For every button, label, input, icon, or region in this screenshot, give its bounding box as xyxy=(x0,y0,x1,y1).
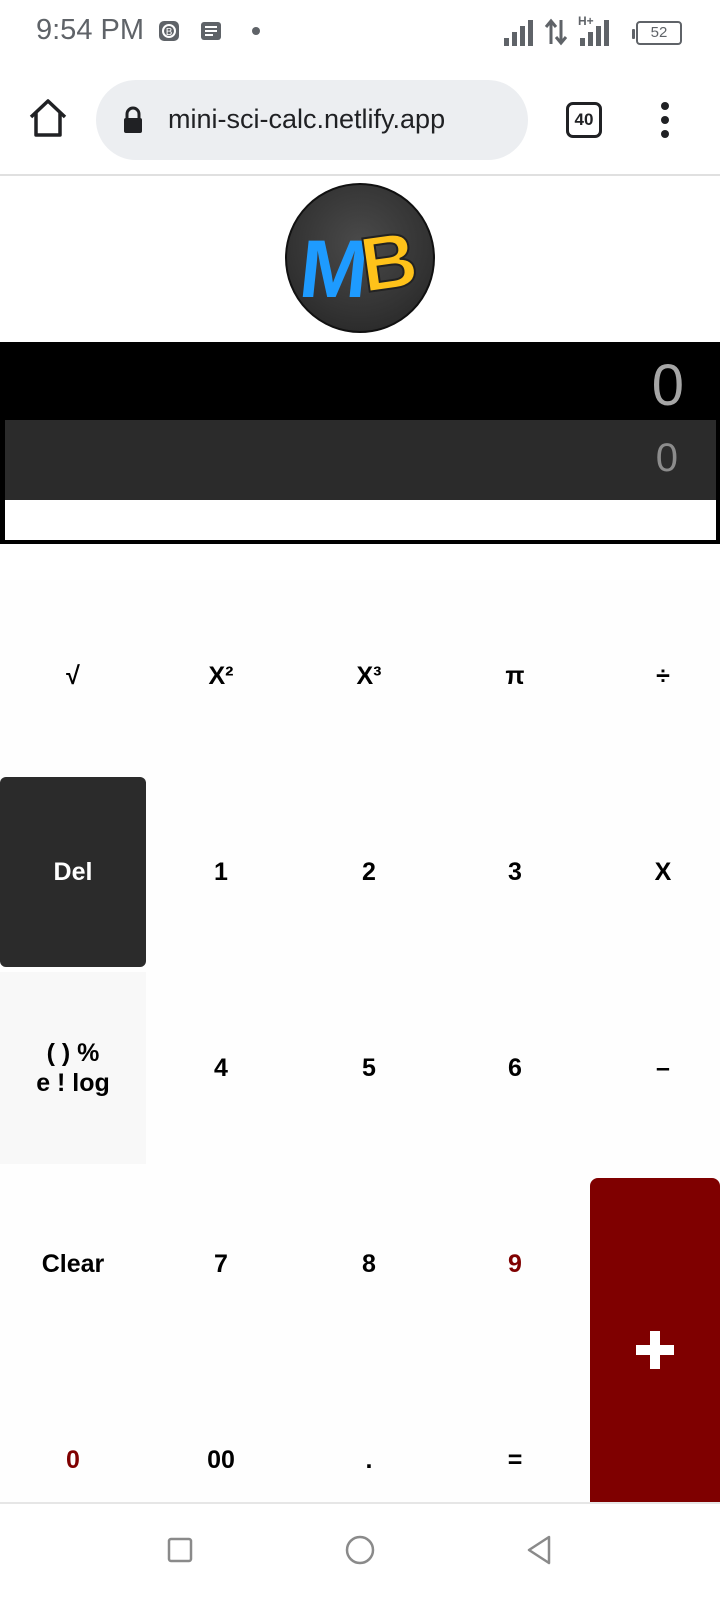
pi-button[interactable]: π xyxy=(442,580,588,772)
browser-toolbar: mini-sci-calc.netlify.app 40 xyxy=(0,64,720,176)
digit-4-button[interactable]: 4 xyxy=(148,972,294,1164)
calculator-display: 0 0 xyxy=(0,342,720,544)
square-button[interactable]: X² xyxy=(148,580,294,772)
equals-button[interactable]: = xyxy=(442,1364,588,1502)
logo-mb-icon: M B xyxy=(295,213,423,315)
divide-button[interactable]: ÷ xyxy=(590,580,720,772)
status-bar: 9:54 PM B H+ 52 xyxy=(0,0,720,64)
home-nav-icon[interactable] xyxy=(344,1534,376,1566)
digit-8-button[interactable]: 8 xyxy=(296,1168,442,1360)
data-saver-icon: B xyxy=(159,21,179,41)
add-button[interactable] xyxy=(590,1178,720,1502)
double-zero-button[interactable]: 00 xyxy=(148,1364,294,1502)
logo-letter-b: B xyxy=(355,214,423,309)
digit-1-button[interactable]: 1 xyxy=(148,776,294,968)
tab-switcher-button[interactable]: 40 xyxy=(566,102,602,138)
signal-strength-icon xyxy=(504,18,533,46)
recents-icon[interactable] xyxy=(166,1536,194,1564)
more-notifications-dot-icon xyxy=(252,27,260,35)
digit-6-button[interactable]: 6 xyxy=(442,972,588,1164)
digit-9-button[interactable]: 9 xyxy=(442,1168,588,1360)
plus-icon xyxy=(636,1331,674,1369)
sqrt-button[interactable]: √ xyxy=(0,580,146,772)
result-display: 0 xyxy=(651,353,684,418)
cube-button[interactable]: X³ xyxy=(296,580,442,772)
status-time: 9:54 PM xyxy=(36,14,144,46)
url-text: mini-sci-calc.netlify.app xyxy=(168,104,446,134)
functions-toggle-button[interactable]: ( ) % e ! log xyxy=(0,972,146,1164)
decimal-button[interactable]: . xyxy=(296,1364,442,1502)
data-transfer-icon xyxy=(544,18,568,46)
battery-icon: 52 xyxy=(632,21,682,45)
digit-0-button[interactable]: 0 xyxy=(0,1364,146,1502)
digit-7-button[interactable]: 7 xyxy=(148,1168,294,1360)
lock-icon xyxy=(124,106,142,133)
overflow-menu-icon[interactable] xyxy=(650,100,680,140)
subtract-button[interactable]: – xyxy=(590,972,720,1164)
multiply-button[interactable]: X xyxy=(590,776,720,968)
delete-button[interactable]: Del xyxy=(0,777,146,967)
digit-2-button[interactable]: 2 xyxy=(296,776,442,968)
clear-button[interactable]: Clear xyxy=(0,1168,146,1360)
system-navigation-bar xyxy=(0,1502,720,1600)
secondary-display: 0 xyxy=(5,420,716,500)
secondary-display-value: 0 xyxy=(655,436,678,480)
app-logo: M B xyxy=(285,183,435,333)
svg-text:B: B xyxy=(166,27,173,38)
expression-input[interactable] xyxy=(5,500,716,540)
signal-strength-2-icon xyxy=(580,18,609,46)
back-icon[interactable] xyxy=(524,1534,554,1566)
digit-3-button[interactable]: 3 xyxy=(442,776,588,968)
digit-5-button[interactable]: 5 xyxy=(296,972,442,1164)
address-bar[interactable]: mini-sci-calc.netlify.app xyxy=(96,80,528,160)
notification-message-icon xyxy=(201,22,221,40)
keypad: √ X² X³ π ÷ Del 1 2 3 X ( ) % e ! log 4 … xyxy=(0,580,720,1502)
home-icon[interactable] xyxy=(26,96,70,140)
